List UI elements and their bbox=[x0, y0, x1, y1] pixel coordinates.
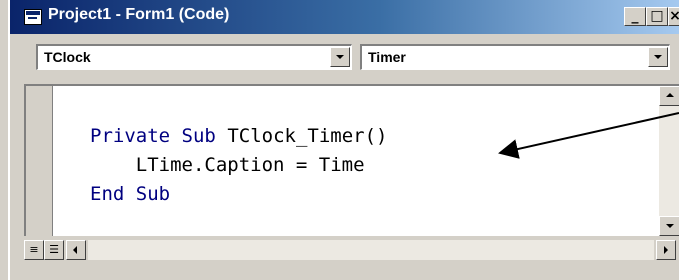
scroll-down-button[interactable] bbox=[659, 216, 679, 236]
code-editor[interactable]: Private Sub TClock_Timer() LTime.Caption… bbox=[24, 84, 679, 236]
procedure-combo[interactable]: Timer bbox=[360, 44, 670, 70]
keyword-sub: Sub bbox=[181, 125, 216, 147]
scroll-right-button[interactable] bbox=[656, 240, 676, 260]
keyword-private: Private bbox=[90, 125, 171, 147]
code-window: Project1 - Form1 (Code) _ □ × TClock Tim… bbox=[8, 0, 679, 280]
full-module-view-icon[interactable]: ☰ bbox=[44, 240, 64, 260]
scroll-up-button[interactable] bbox=[659, 86, 679, 106]
margin-indicator-bar[interactable] bbox=[26, 86, 53, 236]
window-title: Project1 - Form1 (Code) bbox=[48, 6, 230, 23]
minimize-button[interactable]: _ bbox=[624, 7, 646, 26]
object-combo[interactable]: TClock bbox=[36, 44, 352, 70]
keyword-end: End bbox=[90, 183, 125, 205]
form-code-icon bbox=[24, 9, 42, 25]
close-button[interactable]: × bbox=[668, 7, 679, 26]
procedure-view-icon[interactable]: ≡ bbox=[24, 240, 44, 260]
scroll-left-button[interactable] bbox=[66, 240, 86, 260]
horizontal-scrollbar[interactable] bbox=[88, 240, 654, 260]
procedure-name: TClock_Timer() bbox=[227, 125, 388, 147]
code-line-2: LTime.Caption = Time bbox=[90, 154, 365, 176]
object-combo-value: TClock bbox=[44, 49, 91, 65]
keyword-sub-end: Sub bbox=[135, 183, 171, 205]
chevron-down-icon[interactable] bbox=[648, 47, 668, 67]
vertical-scrollbar[interactable] bbox=[659, 86, 679, 236]
procedure-combo-value: Timer bbox=[368, 49, 406, 65]
maximize-button[interactable]: □ bbox=[646, 7, 668, 26]
bottom-bar: ≡ ☰ bbox=[24, 238, 679, 266]
code-text[interactable]: Private Sub TClock_Timer() LTime.Caption… bbox=[90, 122, 387, 209]
chevron-down-icon[interactable] bbox=[330, 47, 350, 67]
title-bar[interactable]: Project1 - Form1 (Code) _ □ × bbox=[10, 0, 679, 34]
